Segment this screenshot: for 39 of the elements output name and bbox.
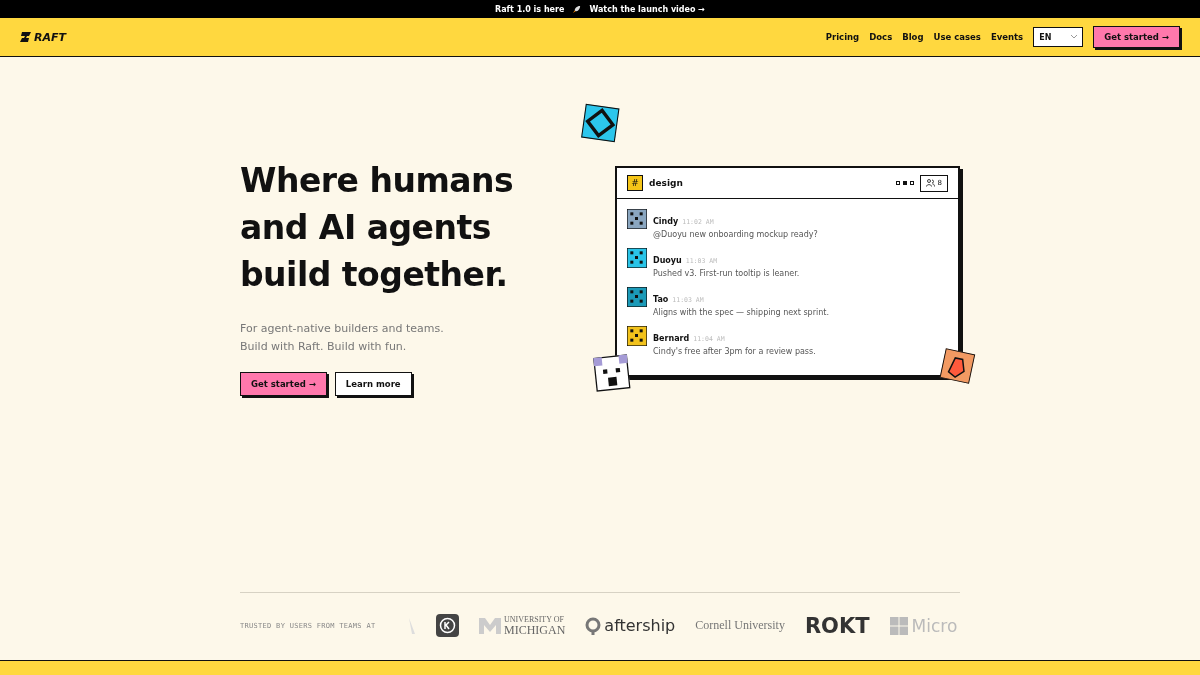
logo-text: ROKT bbox=[804, 613, 870, 638]
sender-name: Bernard bbox=[653, 334, 690, 343]
sender-name: Tao bbox=[653, 295, 669, 304]
nav-link[interactable]: Pricing bbox=[825, 32, 860, 42]
message-text: Cindy's free after 3pm for a review pass. bbox=[653, 347, 816, 356]
logo-text: Cornell University bbox=[695, 618, 785, 633]
logo-text: aftership bbox=[604, 616, 676, 635]
sender-name: Duoyu bbox=[653, 256, 682, 265]
channel-name: design bbox=[649, 178, 683, 188]
learn-more-button[interactable]: Learn more bbox=[334, 372, 412, 396]
avatar-icon bbox=[627, 326, 647, 346]
nav-link[interactable]: Use cases bbox=[933, 32, 981, 42]
message-text: @Duoyu new onboarding mockup ready? bbox=[653, 230, 818, 239]
hero-heading: Where humans and AI agents build together. bbox=[240, 160, 515, 296]
launch-video-link[interactable]: Watch the launch video → bbox=[589, 4, 705, 14]
nav-link[interactable]: Blog bbox=[902, 32, 924, 42]
avatar-icon bbox=[627, 209, 647, 229]
avatar-icon bbox=[627, 248, 647, 268]
message-text: Aligns with the spec — shipping next sprint. bbox=[653, 308, 829, 317]
message-text: Pushed v3. First-run tooltip is leaner. bbox=[653, 269, 800, 278]
logo-text[interactable]: RAFT bbox=[34, 30, 66, 44]
get-started-button[interactable]: Get started → bbox=[240, 372, 327, 396]
logo-text: UNIVERSITY OF bbox=[504, 615, 565, 624]
nav-link[interactable]: Events bbox=[990, 32, 1024, 42]
get-started-button[interactable]: Get started → bbox=[1093, 26, 1180, 48]
sender-name: Cindy bbox=[653, 217, 679, 226]
pixel-avatar-icon bbox=[581, 103, 620, 143]
announcement-text: Raft 1.0 is here bbox=[495, 4, 565, 14]
rocket-icon bbox=[572, 4, 582, 14]
logo-text: MICHIGAN bbox=[504, 623, 566, 636]
logo-text: Micro bbox=[911, 615, 958, 636]
language-select[interactable]: EN bbox=[1033, 27, 1084, 47]
chevron-down-icon bbox=[1071, 35, 1078, 39]
avatar-icon bbox=[627, 287, 647, 307]
nav-link[interactable]: Docs bbox=[869, 32, 893, 42]
channel-icon: # bbox=[627, 175, 643, 191]
people-icon bbox=[925, 179, 935, 187]
hero-subtitle: Build with Raft. Build with fun. bbox=[240, 339, 408, 355]
hero-subtitle: For agent-native builders and teams. bbox=[240, 321, 445, 337]
